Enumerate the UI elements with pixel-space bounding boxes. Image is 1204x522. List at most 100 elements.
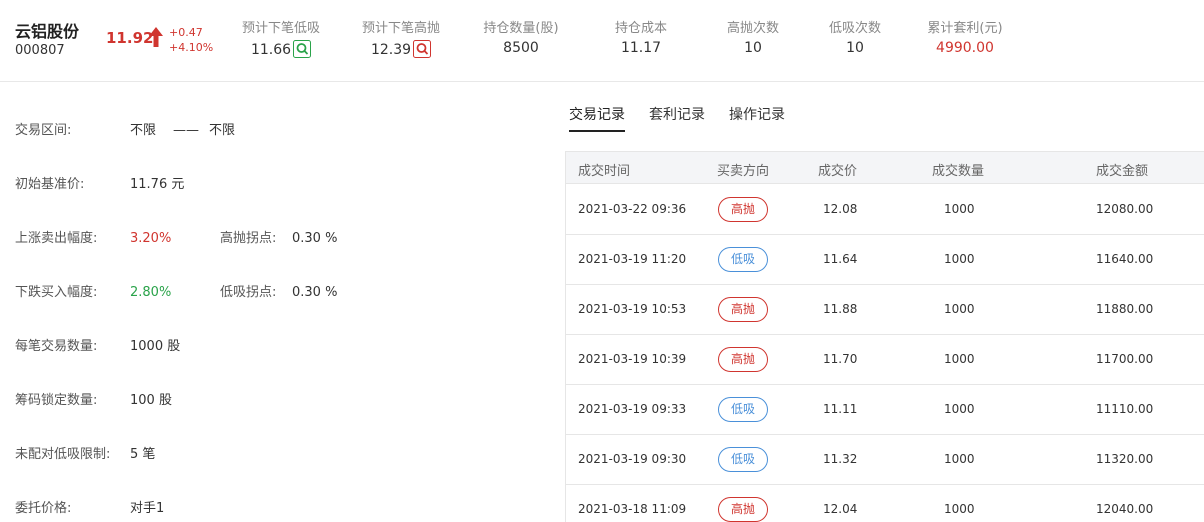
stat-position-qty: 持仓数量(股) 8500 bbox=[480, 17, 562, 56]
param-label: 初始基准价: bbox=[15, 177, 85, 192]
stat-label: 高抛次数 bbox=[726, 21, 779, 36]
stat-value: 8500 bbox=[503, 40, 539, 56]
cell-qty: 1000 bbox=[944, 302, 975, 316]
table-row: 2021-03-19 11:20 低吸 11.64 1000 11640.00 bbox=[566, 235, 1204, 285]
range-high-value: 不限 bbox=[209, 123, 236, 138]
cell-amount: 11880.00 bbox=[1096, 302, 1154, 316]
table-row: 2021-03-19 09:33 低吸 11.11 1000 11110.00 bbox=[566, 385, 1204, 435]
stock-header: 云铝股份 000807 11.92 +0.47 +4.10% 预计下笔低吸 11… bbox=[0, 0, 1204, 82]
search-red-icon[interactable] bbox=[413, 40, 432, 58]
cell-amount: 11700.00 bbox=[1096, 352, 1154, 366]
col-header-price: 成交价 bbox=[818, 164, 858, 179]
param-label: 未配对低吸限制: bbox=[15, 447, 111, 462]
stat-high-sell-count: 高抛次数 10 bbox=[712, 17, 794, 56]
cell-time: 2021-03-19 09:33 bbox=[578, 402, 687, 416]
stat-value: 10 bbox=[744, 40, 762, 56]
stat-next-low-buy: 预计下笔低吸 11.66 bbox=[240, 17, 322, 58]
table-header: 成交时间 买卖方向 成交价 成交数量 成交金额 bbox=[566, 152, 1204, 184]
stat-value: 12.39 bbox=[370, 42, 412, 58]
tab-operation-records[interactable]: 操作记录 bbox=[729, 104, 785, 130]
direction-badge: 低吸 bbox=[718, 397, 768, 422]
param-value: 1000 股 bbox=[130, 339, 181, 354]
stat-position-cost: 持仓成本 11.17 bbox=[600, 17, 682, 56]
range-low-value: 不限 bbox=[130, 123, 157, 138]
current-price: 11.92 bbox=[106, 29, 154, 47]
col-header-time: 成交时间 bbox=[578, 164, 631, 179]
param-label: 筹码锁定数量: bbox=[15, 393, 98, 408]
cell-time: 2021-03-19 09:30 bbox=[578, 452, 687, 466]
param-label: 高抛拐点: bbox=[220, 231, 277, 246]
param-value: 100 股 bbox=[130, 393, 172, 408]
col-header-amount: 成交金额 bbox=[1096, 164, 1149, 179]
cell-price: 11.70 bbox=[823, 352, 858, 366]
stat-label: 低吸次数 bbox=[828, 21, 881, 36]
direction-badge: 低吸 bbox=[718, 447, 768, 472]
stat-label: 预计下笔高抛 bbox=[361, 21, 440, 36]
trade-records-table: 成交时间 买卖方向 成交价 成交数量 成交金额 2021-03-22 09:36… bbox=[565, 151, 1204, 522]
price-change: +0.47 +4.10% bbox=[169, 25, 213, 55]
param-value: 11.76 元 bbox=[130, 177, 185, 192]
stat-label: 累计套利(元) bbox=[927, 21, 1003, 36]
cell-qty: 1000 bbox=[944, 202, 975, 216]
cell-qty: 1000 bbox=[944, 252, 975, 266]
tab-trade-records[interactable]: 交易记录 bbox=[569, 104, 625, 132]
param-label: 下跌买入幅度: bbox=[15, 285, 98, 300]
cell-time: 2021-03-19 10:53 bbox=[578, 302, 687, 316]
stat-total-arbitrage: 累计套利(元) 4990.00 bbox=[922, 17, 1008, 56]
direction-badge: 高抛 bbox=[718, 347, 768, 372]
price-up-arrow-icon bbox=[149, 27, 163, 47]
col-header-direction: 买卖方向 bbox=[717, 164, 770, 179]
direction-badge: 高抛 bbox=[718, 497, 768, 522]
param-label: 每笔交易数量: bbox=[15, 339, 98, 354]
param-label: 上涨卖出幅度: bbox=[15, 231, 98, 246]
search-green-icon[interactable] bbox=[293, 40, 312, 58]
table-row: 2021-03-19 10:53 高抛 11.88 1000 11880.00 bbox=[566, 285, 1204, 335]
cell-amount: 11640.00 bbox=[1096, 252, 1154, 266]
cell-qty: 1000 bbox=[944, 352, 975, 366]
cell-price: 11.32 bbox=[823, 452, 858, 466]
cell-amount: 12040.00 bbox=[1096, 502, 1154, 516]
stat-next-high-sell: 预计下笔高抛 12.39 bbox=[360, 17, 442, 58]
cell-time: 2021-03-19 10:39 bbox=[578, 352, 687, 366]
param-value: 对手1 bbox=[130, 501, 165, 516]
range-separator: —— bbox=[173, 123, 199, 138]
param-value: 2.80% bbox=[130, 285, 172, 300]
cell-amount: 12080.00 bbox=[1096, 202, 1154, 216]
stat-label: 预计下笔低吸 bbox=[241, 21, 320, 36]
stock-code: 000807 bbox=[15, 43, 65, 58]
cell-qty: 1000 bbox=[944, 452, 975, 466]
cell-amount: 11320.00 bbox=[1096, 452, 1154, 466]
change-percent: +4.10% bbox=[169, 41, 214, 54]
stat-value: 4990.00 bbox=[936, 40, 994, 56]
stat-value: 10 bbox=[846, 40, 864, 56]
param-label: 低吸拐点: bbox=[220, 285, 277, 300]
table-row: 2021-03-19 09:30 低吸 11.32 1000 11320.00 bbox=[566, 435, 1204, 485]
cell-time: 2021-03-18 11:09 bbox=[578, 502, 687, 516]
cell-price: 11.11 bbox=[823, 402, 858, 416]
cell-price: 12.04 bbox=[823, 502, 858, 516]
table-row: 2021-03-19 10:39 高抛 11.70 1000 11700.00 bbox=[566, 335, 1204, 385]
param-value: 0.30 % bbox=[292, 285, 338, 300]
col-header-qty: 成交数量 bbox=[932, 164, 985, 179]
stat-low-buy-count: 低吸次数 10 bbox=[814, 17, 896, 56]
param-value: 5 笔 bbox=[130, 447, 156, 462]
table-row: 2021-03-18 11:09 高抛 12.04 1000 12040.00 bbox=[566, 485, 1204, 522]
direction-badge: 高抛 bbox=[718, 297, 768, 322]
cell-qty: 1000 bbox=[944, 502, 975, 516]
change-value: +0.47 bbox=[169, 26, 203, 39]
tab-arbitrage-records[interactable]: 套利记录 bbox=[649, 104, 705, 130]
direction-badge: 高抛 bbox=[718, 197, 768, 222]
cell-qty: 1000 bbox=[944, 402, 975, 416]
cell-price: 12.08 bbox=[823, 202, 858, 216]
cell-time: 2021-03-19 11:20 bbox=[578, 252, 687, 266]
param-value: 3.20% bbox=[130, 231, 172, 246]
param-label: 委托价格: bbox=[15, 501, 72, 516]
cell-price: 11.88 bbox=[823, 302, 858, 316]
direction-badge: 低吸 bbox=[718, 247, 768, 272]
stat-value: 11.17 bbox=[620, 40, 662, 56]
param-value: 0.30 % bbox=[292, 231, 338, 246]
cell-price: 11.64 bbox=[823, 252, 858, 266]
stat-value: 11.66 bbox=[250, 42, 292, 58]
param-label: 交易区间: bbox=[15, 123, 72, 138]
stat-label: 持仓数量(股) bbox=[483, 21, 559, 36]
